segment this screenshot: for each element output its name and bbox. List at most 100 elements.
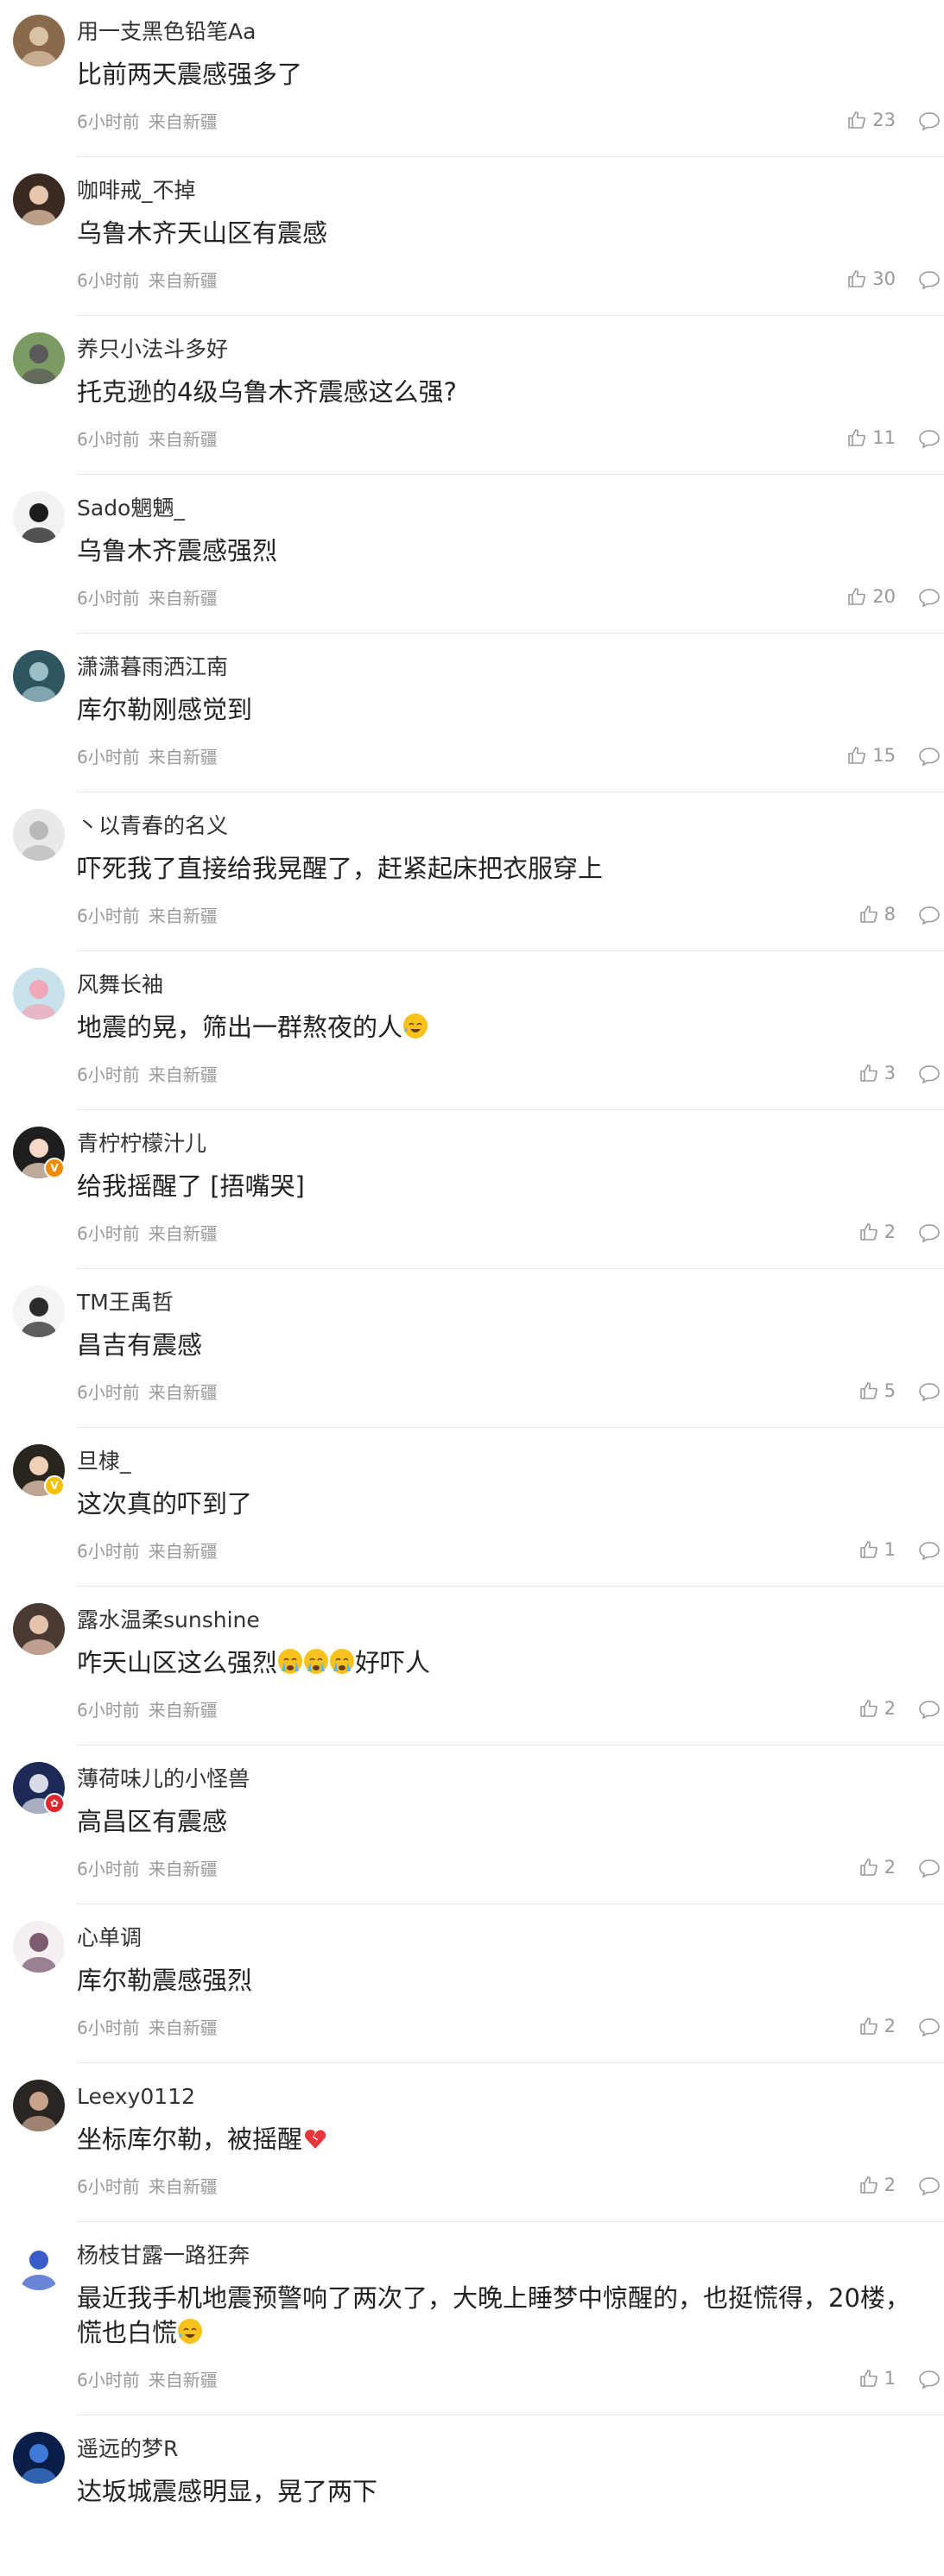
avatar[interactable]	[13, 2238, 65, 2290]
avatar[interactable]	[13, 332, 65, 384]
avatar[interactable]	[13, 1285, 65, 1337]
comment-text-body: 高昌区有震感	[77, 1807, 228, 1836]
reply-icon[interactable]	[918, 2017, 941, 2037]
comment-text: 乌鲁木齐震感强烈	[77, 534, 932, 568]
like-button[interactable]: 11	[846, 426, 896, 449]
location: 来自新疆	[148, 1223, 218, 1244]
username[interactable]: Sado魍魉_	[77, 494, 185, 523]
username[interactable]: 养只小法斗多好	[77, 335, 228, 364]
reply-icon[interactable]	[918, 1381, 941, 1402]
thumbs-up-icon	[859, 1064, 877, 1082]
reply-icon[interactable]	[918, 746, 941, 767]
like-button[interactable]: 1	[858, 2367, 896, 2390]
avatar[interactable]	[13, 968, 65, 1020]
avatar[interactable]	[13, 1603, 65, 1655]
like-button[interactable]: 2	[858, 1221, 896, 1243]
location: 来自新疆	[148, 2176, 218, 2197]
username[interactable]: 心单调	[77, 1923, 142, 1953]
comment-text: 高昌区有震感	[77, 1804, 932, 1839]
like-count: 23	[872, 110, 896, 130]
like-button[interactable]: 2	[858, 2174, 896, 2196]
thumbs-up-icon	[848, 429, 866, 446]
like-button[interactable]: 30	[846, 268, 896, 290]
like-count: 2	[884, 2016, 896, 2036]
username[interactable]: 旦棣_	[77, 1447, 131, 1476]
like-button[interactable]: 15	[846, 744, 896, 767]
username[interactable]: 咖啡戒_不掉	[77, 176, 196, 205]
timestamp: 6小时前	[77, 2370, 140, 2390]
location: 来自新疆	[148, 1382, 218, 1403]
divider	[77, 1109, 944, 1110]
reply-icon[interactable]	[918, 269, 941, 290]
username[interactable]: 潇潇暮雨洒江南	[77, 653, 228, 682]
reply-icon[interactable]	[918, 587, 941, 608]
divider	[77, 633, 944, 634]
like-button[interactable]: 20	[846, 585, 896, 608]
timestamp: 6小时前	[77, 1064, 140, 1085]
reply-icon[interactable]	[918, 1858, 941, 1878]
comment-meta: 6小时前 来自新疆	[77, 1858, 218, 1880]
reply-icon[interactable]	[918, 2175, 941, 2196]
reply-icon[interactable]	[918, 905, 941, 925]
comment-text: 达坂城震感明显，晃了两下	[77, 2474, 932, 2509]
comment-text-body: 达坂城震感明显，晃了两下	[77, 2477, 378, 2506]
location: 来自新疆	[148, 588, 218, 609]
comment-text-body: 这次真的吓到了	[77, 1489, 253, 1518]
comment-meta: 6小时前 来自新疆	[77, 2369, 218, 2391]
comment-item: 风舞长袖 地震的晃，筛出一群熬夜的人 6小时前 来自新疆 3	[0, 953, 944, 1112]
avatar[interactable]	[13, 1921, 65, 1973]
avatar[interactable]	[13, 15, 65, 66]
reply-icon[interactable]	[918, 110, 941, 131]
username[interactable]: 薄荷味儿的小怪兽	[77, 1765, 250, 1794]
timestamp: 6小时前	[77, 588, 140, 609]
avatar[interactable]	[13, 809, 65, 861]
username[interactable]: 露水温柔sunshine	[77, 1606, 260, 1635]
like-button[interactable]: 3	[858, 1062, 896, 1084]
comment-text: 昌吉有震感	[77, 1328, 932, 1362]
username[interactable]: 遥远的梦R	[77, 2434, 178, 2464]
reply-icon[interactable]	[918, 2369, 941, 2390]
comment-text-body: 托克逊的4级乌鲁木齐震感这么强?	[77, 377, 457, 407]
comment-text-body: 库尔勒震感强烈	[77, 1966, 253, 1995]
avatar[interactable]	[13, 174, 65, 225]
comment-meta: 6小时前 来自新疆	[77, 269, 218, 292]
like-button[interactable]: 5	[858, 1380, 896, 1402]
thumbs-up-icon	[848, 588, 866, 605]
username[interactable]: 用一支黑色铅笔Aa	[77, 17, 256, 47]
thumbs-up-icon	[859, 2370, 877, 2387]
like-count: 15	[872, 745, 896, 766]
reply-icon[interactable]	[918, 1064, 941, 1084]
like-button[interactable]: 2	[858, 1856, 896, 1878]
divider	[77, 156, 944, 157]
username[interactable]: 杨枝甘露一路狂奔	[77, 2241, 250, 2270]
username[interactable]: TM王禹哲	[77, 1288, 174, 1317]
comment-text: 库尔勒刚感觉到	[77, 692, 932, 727]
timestamp: 6小时前	[77, 747, 140, 767]
username[interactable]: 青柠柠檬汁儿	[77, 1129, 206, 1159]
reply-icon[interactable]	[918, 428, 941, 449]
reply-icon[interactable]	[918, 1540, 941, 1561]
comment-item: 遥远的梦R 达坂城震感明显，晃了两下	[0, 2417, 944, 2576]
avatar[interactable]	[13, 2080, 65, 2131]
like-button[interactable]: 2	[858, 2015, 896, 2037]
comment-meta: 6小时前 来自新疆	[77, 905, 218, 927]
comment-meta: 6小时前 来自新疆	[77, 110, 218, 133]
username[interactable]: Leexy0112	[77, 2082, 195, 2112]
like-button[interactable]: 8	[858, 903, 896, 925]
avatar[interactable]	[13, 491, 65, 543]
laugh-cry-emoji	[403, 1013, 428, 1039]
username[interactable]: 丶以青春的名义	[77, 811, 228, 841]
like-button[interactable]: 2	[858, 1697, 896, 1720]
reply-icon[interactable]	[918, 1222, 941, 1243]
avatar[interactable]	[13, 650, 65, 702]
timestamp: 6小时前	[77, 1223, 140, 1244]
like-button[interactable]: 1	[858, 1538, 896, 1561]
laugh-cry-emoji	[178, 2319, 203, 2344]
like-button[interactable]: 23	[846, 109, 896, 131]
username[interactable]: 风舞长袖	[77, 970, 163, 1000]
comment-text-body: 乌鲁木齐震感强烈	[77, 536, 278, 565]
location: 来自新疆	[148, 1541, 218, 1562]
reply-icon[interactable]	[918, 1699, 941, 1720]
avatar[interactable]	[13, 2432, 65, 2484]
thumbs-up-icon	[859, 2176, 877, 2194]
